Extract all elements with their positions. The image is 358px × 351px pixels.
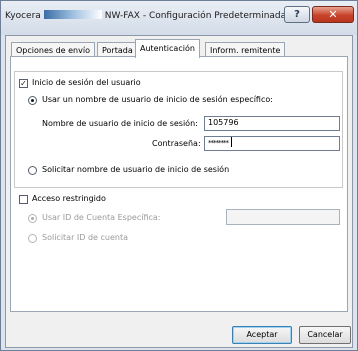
dialog-client-area: Opciones de envío Portada Autenticación …	[5, 35, 353, 348]
title-bar[interactable]: Kyocera NW-FAX - Configuración Predetermi…	[1, 1, 357, 35]
login-group-box: ✓ Inicio de sesión del usuario Usar un n…	[14, 71, 343, 188]
close-icon: ✕	[328, 8, 338, 21]
authentication-panel: ✓ Inicio de sesión del usuario Usar un n…	[10, 56, 348, 312]
username-label: Nombre de usuario de inicio de sesión:	[42, 119, 198, 128]
specific-user-radio[interactable]	[28, 96, 37, 105]
close-button[interactable]: ✕	[312, 6, 354, 23]
title-redaction-bar	[43, 10, 102, 19]
username-input[interactable]: 105796	[204, 116, 340, 131]
specific-user-label: Usar un nombre de usuario de inicio de s…	[42, 95, 273, 104]
password-input[interactable]: ********	[204, 136, 340, 151]
accept-button[interactable]: Aceptar	[232, 326, 292, 344]
tab-inform-remitente[interactable]: Inform. remitente	[205, 42, 286, 57]
specific-account-radio[interactable]	[28, 214, 37, 223]
prompt-account-radio[interactable]	[28, 234, 37, 243]
cancel-button[interactable]: Cancelar	[299, 326, 351, 344]
window-title: Kyocera NW-FAX - Configuración Predetermi…	[5, 10, 286, 21]
user-login-label: Inicio de sesión del usuario	[32, 78, 141, 87]
prompt-account-label: Solicitar ID de cuenta	[42, 233, 129, 242]
radio-selected-dot	[31, 99, 34, 102]
title-prefix: Kyocera	[5, 11, 41, 21]
checkmark-icon: ✓	[20, 79, 27, 88]
restricted-access-checkbox[interactable]	[19, 195, 28, 204]
tab-opciones-envio[interactable]: Opciones de envío	[11, 42, 95, 57]
radio-selected-dot	[31, 217, 34, 220]
help-button[interactable]: ?	[284, 6, 310, 23]
tab-autenticacion[interactable]: Autenticación	[135, 39, 200, 58]
password-mask: ********	[208, 139, 229, 147]
title-main: NW-FAX - Configuración Predeterminada	[104, 11, 287, 21]
specific-account-label: Usar ID de Cuenta Específica:	[42, 213, 161, 222]
dialog-window: Kyocera NW-FAX - Configuración Predetermi…	[0, 0, 358, 351]
prompt-username-radio[interactable]	[28, 166, 37, 175]
restricted-access-label: Acceso restringido	[32, 194, 106, 203]
text-caret	[231, 137, 232, 147]
account-id-input[interactable]	[226, 209, 340, 225]
password-label: Contraseña:	[152, 139, 201, 148]
user-login-checkbox[interactable]: ✓	[19, 79, 28, 88]
prompt-username-label: Solicitar nombre de usuario de inicio de…	[42, 165, 230, 174]
tab-portada[interactable]: Portada	[97, 42, 138, 57]
